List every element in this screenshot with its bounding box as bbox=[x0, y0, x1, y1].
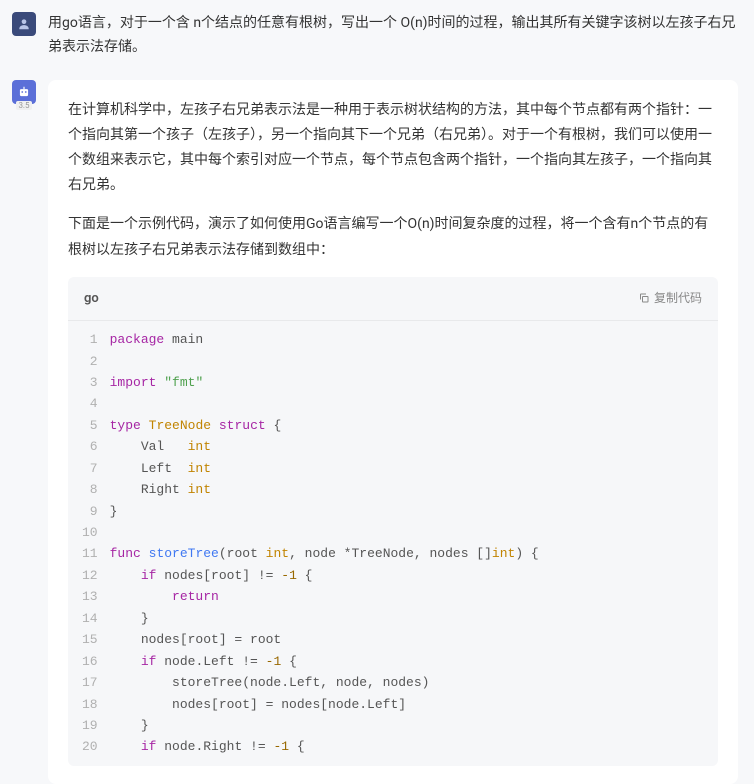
model-badge: 3.5 bbox=[16, 101, 31, 110]
code-block: go 复制代码 1234567891011121314151617181920 … bbox=[68, 277, 718, 766]
assistant-message: 3.5 在计算机科学中，左孩子右兄弟表示法是一种用于表示树状结构的方法，其中每个… bbox=[0, 68, 754, 784]
copy-label: 复制代码 bbox=[654, 288, 702, 310]
code-line bbox=[110, 351, 702, 372]
code-line: nodes[root] = root bbox=[110, 629, 702, 650]
code-line bbox=[110, 522, 702, 543]
code-line: nodes[root] = nodes[node.Left] bbox=[110, 694, 702, 715]
line-numbers: 1234567891011121314151617181920 bbox=[68, 329, 110, 758]
bot-icon bbox=[17, 85, 31, 99]
code-header: go 复制代码 bbox=[68, 277, 718, 321]
code-line: } bbox=[110, 715, 702, 736]
assistant-avatar: 3.5 bbox=[12, 80, 36, 104]
code-line: if node.Left != -1 { bbox=[110, 651, 702, 672]
code-line: if nodes[root] != -1 { bbox=[110, 565, 702, 586]
copy-icon bbox=[638, 292, 650, 304]
code-line: type TreeNode struct { bbox=[110, 415, 702, 436]
response-paragraph: 下面是一个示例代码，演示了如何使用Go语言编写一个O(n)时间复杂度的过程，将一… bbox=[68, 212, 718, 262]
assistant-content: 在计算机科学中，左孩子右兄弟表示法是一种用于表示树状结构的方法，其中每个节点都有… bbox=[48, 80, 738, 784]
response-paragraph: 在计算机科学中，左孩子右兄弟表示法是一种用于表示树状结构的方法，其中每个节点都有… bbox=[68, 98, 718, 199]
code-line bbox=[110, 393, 702, 414]
code-line: } bbox=[110, 501, 702, 522]
code-line: return bbox=[110, 586, 702, 607]
code-line: } bbox=[110, 608, 702, 629]
copy-code-button[interactable]: 复制代码 bbox=[638, 288, 702, 310]
code-line: import "fmt" bbox=[110, 372, 702, 393]
user-avatar bbox=[12, 12, 36, 36]
user-text: 用go语言，对于一个含 n个结点的任意有根树，写出一个 O(n)时间的过程，输出… bbox=[48, 12, 738, 60]
code-lines: package main import "fmt" type TreeNode … bbox=[110, 329, 718, 758]
code-line: Right int bbox=[110, 479, 702, 500]
code-line: Left int bbox=[110, 458, 702, 479]
code-line: Val int bbox=[110, 436, 702, 457]
code-line: if node.Right != -1 { bbox=[110, 736, 702, 757]
code-line: func storeTree(root int, node *TreeNode,… bbox=[110, 543, 702, 564]
code-line: package main bbox=[110, 329, 702, 350]
user-icon bbox=[17, 17, 31, 31]
code-body: 1234567891011121314151617181920 package … bbox=[68, 321, 718, 766]
code-language-label: go bbox=[84, 287, 99, 310]
user-message: 用go语言，对于一个含 n个结点的任意有根树，写出一个 O(n)时间的过程，输出… bbox=[0, 0, 754, 68]
code-line: storeTree(node.Left, node, nodes) bbox=[110, 672, 702, 693]
